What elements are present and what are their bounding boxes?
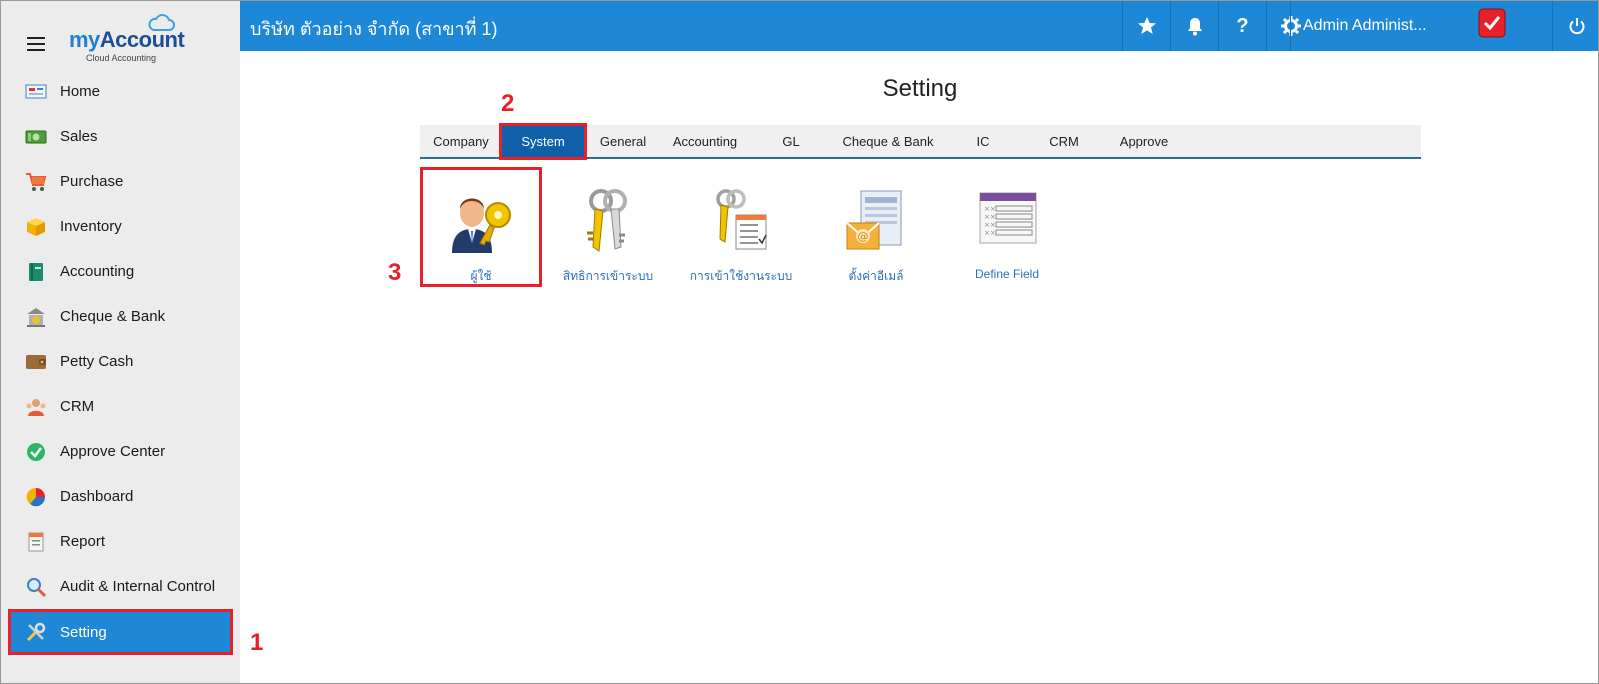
sidebar-item-label: Approve Center — [60, 443, 166, 460]
report-icon — [25, 531, 47, 553]
sidebar-nav: Home Sales Purchase Inventory Accounting… — [1, 69, 240, 655]
crm-icon — [25, 396, 47, 418]
wallet-icon — [25, 351, 47, 373]
sidebar-item-label: Inventory — [60, 218, 122, 235]
notifications-button[interactable] — [1170, 1, 1218, 51]
keys-list-icon — [716, 189, 767, 250]
sidebar-item-label: Sales — [60, 128, 98, 145]
tile-label: ตั้งค่าอีเมล์ — [848, 269, 904, 283]
sidebar-item-crm[interactable]: CRM — [1, 384, 240, 429]
brand-header: myAccount Cloud Accounting — [1, 1, 240, 73]
sidebar-item-label: Report — [60, 533, 106, 550]
tile-users[interactable]: ผู้ใช้ — [420, 167, 542, 287]
sidebar-item-inventory[interactable]: Inventory — [1, 204, 240, 249]
define-field-icon: ×××××××× — [979, 192, 1037, 244]
tab-general[interactable]: General — [584, 125, 662, 157]
sidebar-item-sales[interactable]: Sales — [1, 114, 240, 159]
sidebar-item-setting[interactable]: Setting — [8, 609, 233, 655]
help-button[interactable]: ? — [1218, 1, 1266, 51]
tab-cheque-bank[interactable]: Cheque & Bank — [834, 125, 942, 157]
sidebar-item-label: Audit & Internal Control — [60, 578, 216, 595]
sidebar-item-label: Home — [60, 83, 101, 100]
home-icon — [25, 81, 47, 103]
app-window: myAccount Cloud Accounting Home Sales Pu… — [0, 0, 1599, 684]
sidebar-item-label: Petty Cash — [60, 353, 134, 370]
menu-toggle-icon[interactable] — [27, 37, 45, 51]
tile-email-settings[interactable]: @ ตั้งค่าอีเมล์ — [816, 167, 936, 287]
sidebar-item-accounting[interactable]: Accounting — [1, 249, 240, 294]
sidebar-item-report[interactable]: Report — [1, 519, 240, 564]
user-name: Admin Administ... — [1303, 17, 1427, 34]
book-icon — [25, 261, 47, 283]
tile-label: การเข้าใช้งานระบบ — [689, 269, 793, 283]
sidebar-item-dashboard[interactable]: Dashboard — [1, 474, 240, 519]
sidebar: myAccount Cloud Accounting Home Sales Pu… — [1, 1, 240, 683]
tile-label: Define Field — [974, 267, 1040, 281]
sales-icon — [25, 126, 47, 148]
tile-system-access[interactable]: การเข้าใช้งานระบบ — [678, 167, 804, 287]
annotation-1: 1 — [250, 629, 264, 656]
pie-chart-icon — [25, 486, 47, 508]
cart-icon — [25, 171, 47, 193]
star-icon — [1137, 17, 1156, 34]
company-name[interactable]: บริษัท ตัวอย่าง จำกัด (สาขาที่ 1) — [250, 14, 498, 43]
settings-tabs: Company System General Accounting GL Che… — [420, 123, 1421, 160]
tab-crm[interactable]: CRM — [1024, 125, 1104, 157]
annotation-2: 2 — [501, 90, 515, 117]
bell-icon — [1187, 18, 1202, 36]
logo-subtitle: Cloud Accounting — [86, 53, 157, 63]
tile-label: สิทธิการเข้าระบบ — [562, 269, 654, 283]
tab-gl[interactable]: GL — [748, 125, 834, 157]
sidebar-item-label: Cheque & Bank — [60, 308, 166, 325]
annotation-3: 3 — [388, 259, 402, 286]
sidebar-item-label: Purchase — [60, 173, 124, 190]
user-menu[interactable]: Admin Administ... — [1290, 1, 1510, 51]
user-key-icon — [452, 198, 511, 253]
top-bar: บริษัท ตัวอย่าง จำกัด (สาขาที่ 1) ? Admi… — [240, 1, 1598, 51]
email-settings-icon: @ — [846, 190, 902, 250]
logo[interactable]: myAccount Cloud Accounting — [69, 13, 189, 65]
security-badge-icon — [1478, 8, 1506, 38]
tile-access-rights[interactable]: สิทธิการเข้าระบบ — [550, 167, 666, 287]
svg-text:××: ×× — [984, 229, 996, 237]
tab-approve[interactable]: Approve — [1104, 125, 1184, 157]
question-icon: ? — [1236, 14, 1249, 37]
tab-company[interactable]: Company — [420, 125, 502, 157]
tab-accounting[interactable]: Accounting — [662, 125, 748, 157]
sidebar-item-label: Setting — [60, 623, 107, 641]
tile-label: ผู้ใช้ — [470, 269, 492, 283]
favorite-button[interactable] — [1122, 1, 1170, 51]
sidebar-item-purchase[interactable]: Purchase — [1, 159, 240, 204]
sidebar-item-approve-center[interactable]: Approve Center — [1, 429, 240, 474]
sidebar-item-audit[interactable]: Audit & Internal Control — [1, 564, 240, 609]
box-icon — [25, 216, 47, 238]
sidebar-item-petty-cash[interactable]: Petty Cash — [1, 339, 240, 384]
sidebar-item-label: CRM — [60, 398, 95, 415]
sidebar-item-home[interactable]: Home — [1, 69, 240, 114]
svg-text:××: ×× — [984, 205, 996, 213]
logout-button[interactable] — [1552, 1, 1598, 51]
tile-define-field[interactable]: ×× ×× ×× ×× Define Field — [950, 167, 1064, 287]
svg-text:××: ×× — [984, 221, 996, 229]
check-circle-icon — [25, 441, 47, 463]
tab-system[interactable]: System — [499, 123, 587, 160]
logo-text: myAccount — [69, 27, 185, 52]
svg-text:@: @ — [858, 230, 869, 243]
tools-icon — [25, 621, 47, 643]
sidebar-item-label: Accounting — [60, 263, 135, 280]
sidebar-item-label: Dashboard — [60, 488, 134, 505]
bank-icon — [25, 306, 47, 328]
keys-icon — [587, 189, 627, 252]
sidebar-item-cheque-bank[interactable]: Cheque & Bank — [1, 294, 240, 339]
power-icon — [1569, 18, 1584, 35]
main-content: Setting 2 3 Company System General Accou… — [240, 51, 1598, 683]
svg-text:××: ×× — [984, 213, 996, 221]
magnifier-icon — [25, 576, 47, 598]
page-title: Setting — [882, 75, 958, 102]
tab-ic[interactable]: IC — [942, 125, 1024, 157]
